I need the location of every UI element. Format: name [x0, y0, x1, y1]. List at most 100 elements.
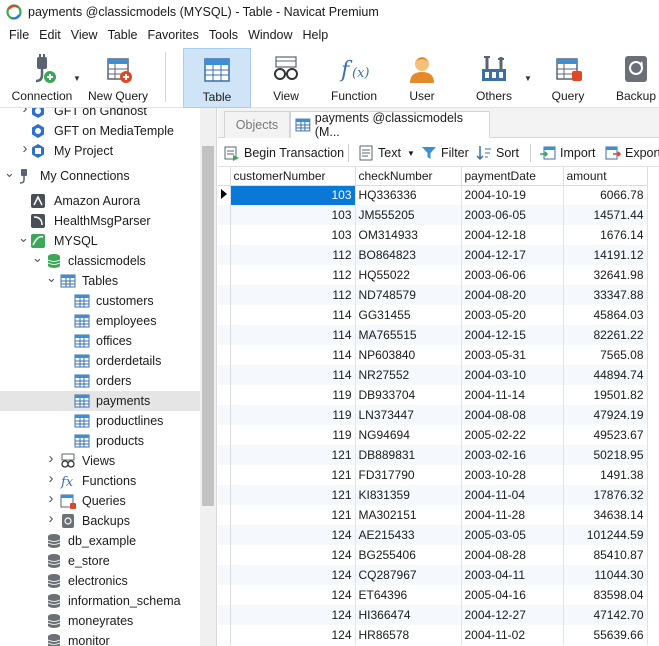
- cell-amount[interactable]: 1676.14: [563, 225, 648, 245]
- tree-item-gft-on-mediatemple[interactable]: GFT on MediaTemple: [0, 121, 200, 141]
- table-row[interactable]: 124 BG255406 2004-08-28 85410.87: [218, 545, 648, 565]
- tab-objects[interactable]: Objects: [224, 111, 290, 138]
- cell-check-number[interactable]: HI366474: [355, 605, 462, 625]
- row-marker[interactable]: [218, 325, 231, 345]
- cell-customer-number[interactable]: 103: [230, 185, 356, 205]
- row-marker[interactable]: [218, 425, 231, 445]
- row-marker[interactable]: [218, 225, 231, 245]
- cell-payment-date[interactable]: 2004-08-20: [461, 285, 564, 305]
- cell-check-number[interactable]: BG255406: [355, 545, 462, 565]
- cell-payment-date[interactable]: 2004-11-28: [461, 505, 564, 525]
- table-row[interactable]: 121 FD317790 2003-10-28 1491.38: [218, 465, 648, 485]
- row-marker[interactable]: [218, 605, 231, 625]
- tree-item-employees[interactable]: employees: [0, 311, 200, 331]
- tree-item-information-schema[interactable]: information_schema: [0, 591, 200, 611]
- table-row[interactable]: 124 AE215433 2005-03-05 101244.59: [218, 525, 648, 545]
- cell-customer-number[interactable]: 114: [230, 325, 356, 345]
- view-button[interactable]: View: [256, 48, 316, 108]
- cell-customer-number[interactable]: 119: [230, 405, 356, 425]
- tree-item-products[interactable]: products: [0, 431, 200, 451]
- cell-amount[interactable]: 7565.08: [563, 345, 648, 365]
- menu-tools[interactable]: Tools: [204, 28, 243, 42]
- tree-item-monitor[interactable]: monitor: [0, 631, 200, 646]
- tree-item-db-example[interactable]: db_example: [0, 531, 200, 551]
- table-row[interactable]: 114 NR27552 2004-03-10 44894.74: [218, 365, 648, 385]
- cell-payment-date[interactable]: 2004-08-28: [461, 545, 564, 565]
- cell-customer-number[interactable]: 103: [230, 225, 356, 245]
- cell-check-number[interactable]: LN373447: [355, 405, 462, 425]
- cell-amount[interactable]: 55639.66: [563, 625, 648, 645]
- tree-item-customers[interactable]: customers: [0, 291, 200, 311]
- cell-payment-date[interactable]: 2003-06-05: [461, 205, 564, 225]
- column-header-payment-date[interactable]: paymentDate: [461, 167, 564, 186]
- cell-amount[interactable]: 50218.95: [563, 445, 648, 465]
- table-row[interactable]: 103 OM314933 2004-12-18 1676.14: [218, 225, 648, 245]
- tree-item-gft-on-ghdhost[interactable]: › GFT on Ghdhost: [0, 108, 200, 121]
- cell-check-number[interactable]: AE215433: [355, 525, 462, 545]
- cell-payment-date[interactable]: 2003-05-20: [461, 305, 564, 325]
- others-button[interactable]: Others: [466, 48, 522, 108]
- cell-payment-date[interactable]: 2004-11-14: [461, 385, 564, 405]
- cell-check-number[interactable]: KI831359: [355, 485, 462, 505]
- cell-check-number[interactable]: GG31455: [355, 305, 462, 325]
- row-marker[interactable]: [218, 525, 231, 545]
- tree-item-orders[interactable]: orders: [0, 371, 200, 391]
- menu-help[interactable]: Help: [298, 28, 334, 42]
- cell-customer-number[interactable]: 124: [230, 605, 356, 625]
- row-marker[interactable]: [218, 205, 231, 225]
- sidebar-scrollbar-thumb[interactable]: [202, 146, 214, 506]
- chevron-right-icon[interactable]: ›: [46, 471, 56, 486]
- cell-amount[interactable]: 47142.70: [563, 605, 648, 625]
- connection-dropdown-icon[interactable]: ▼: [73, 74, 81, 83]
- row-marker[interactable]: [218, 625, 231, 645]
- cell-customer-number[interactable]: 124: [230, 545, 356, 565]
- row-marker[interactable]: [218, 245, 231, 265]
- cell-amount[interactable]: 49523.67: [563, 425, 648, 445]
- table-row[interactable]: 103 HQ336336 2004-10-19 6066.78: [218, 185, 648, 205]
- chevron-right-icon[interactable]: ›: [46, 511, 56, 526]
- cell-customer-number[interactable]: 119: [230, 385, 356, 405]
- row-marker[interactable]: [218, 305, 231, 325]
- column-header-check-number[interactable]: checkNumber: [355, 167, 462, 186]
- cell-payment-date[interactable]: 2004-03-10: [461, 365, 564, 385]
- sort-button[interactable]: Sort: [476, 144, 519, 162]
- menu-edit[interactable]: Edit: [34, 28, 66, 42]
- text-button[interactable]: Text ▼: [358, 144, 415, 162]
- cell-payment-date[interactable]: 2005-02-22: [461, 425, 564, 445]
- chevron-right-icon[interactable]: ›: [46, 491, 56, 506]
- cell-check-number[interactable]: HR86578: [355, 625, 462, 645]
- menu-table[interactable]: Table: [103, 28, 143, 42]
- cell-check-number[interactable]: NP603840: [355, 345, 462, 365]
- cell-customer-number[interactable]: 124: [230, 585, 356, 605]
- cell-amount[interactable]: 82261.22: [563, 325, 648, 345]
- row-marker[interactable]: [218, 405, 231, 425]
- cell-customer-number[interactable]: 114: [230, 365, 356, 385]
- cell-customer-number[interactable]: 119: [230, 425, 356, 445]
- row-marker[interactable]: [218, 465, 231, 485]
- cell-payment-date[interactable]: 2003-02-16: [461, 445, 564, 465]
- cell-payment-date[interactable]: 2005-04-16: [461, 585, 564, 605]
- cell-amount[interactable]: 11044.30: [563, 565, 648, 585]
- begin-transaction-button[interactable]: Begin Transaction: [224, 144, 344, 162]
- cell-payment-date[interactable]: 2004-12-15: [461, 325, 564, 345]
- filter-button[interactable]: Filter: [421, 144, 469, 162]
- cell-payment-date[interactable]: 2004-12-17: [461, 245, 564, 265]
- user-button[interactable]: User: [395, 48, 449, 108]
- menu-favorites[interactable]: Favorites: [142, 28, 203, 42]
- cell-amount[interactable]: 85410.87: [563, 545, 648, 565]
- chevron-down-icon[interactable]: ⌄: [18, 231, 29, 244]
- cell-customer-number[interactable]: 114: [230, 305, 356, 325]
- cell-customer-number[interactable]: 121: [230, 505, 356, 525]
- backup-button[interactable]: Backup: [608, 48, 659, 108]
- tree-item-productlines[interactable]: productlines: [0, 411, 200, 431]
- table-row[interactable]: 121 MA302151 2004-11-28 34638.14: [218, 505, 648, 525]
- cell-payment-date[interactable]: 2004-11-02: [461, 625, 564, 645]
- cell-amount[interactable]: 1491.38: [563, 465, 648, 485]
- cell-payment-date[interactable]: 2004-12-18: [461, 225, 564, 245]
- cell-check-number[interactable]: NR27552: [355, 365, 462, 385]
- cell-payment-date[interactable]: 2004-10-19: [461, 185, 564, 205]
- cell-amount[interactable]: 14191.12: [563, 245, 648, 265]
- others-dropdown-icon[interactable]: ▼: [524, 74, 532, 83]
- cell-amount[interactable]: 17876.32: [563, 485, 648, 505]
- row-marker[interactable]: [218, 485, 231, 505]
